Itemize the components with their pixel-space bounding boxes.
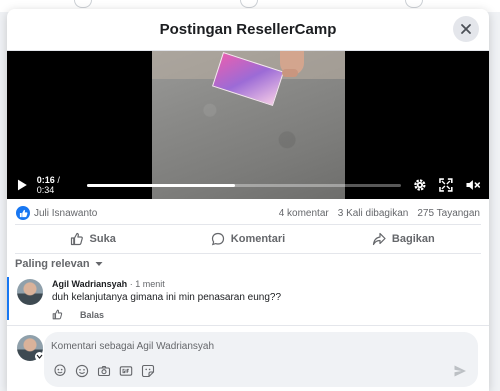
comment-author[interactable]: Agil Wadriansyah (52, 279, 127, 289)
sticker-icon[interactable] (141, 364, 155, 378)
post-actions: Suka Komentari Bagikan (15, 224, 481, 254)
commenter-avatar[interactable] (17, 279, 43, 305)
comment-button[interactable]: Komentari (170, 225, 325, 253)
avatar-sticker-icon[interactable] (53, 364, 67, 378)
nav-icon (74, 0, 92, 8)
video-frame-finger (282, 69, 298, 77)
comment-composer (7, 325, 489, 391)
video-player[interactable]: 0:16 / 0:34 (7, 51, 489, 199)
video-controls: 0:16 / 0:34 (7, 171, 489, 199)
reactor-name[interactable]: Juli Isnawanto (34, 208, 97, 219)
camera-icon[interactable] (97, 364, 111, 378)
caret-down-icon (95, 262, 103, 266)
comment-time[interactable]: 1 menit (135, 279, 165, 289)
reply-button[interactable]: Balas (80, 310, 104, 320)
share-count[interactable]: 3 Kali dibagikan (338, 208, 409, 219)
share-label: Bagikan (391, 233, 435, 245)
send-icon[interactable] (453, 364, 467, 378)
sort-label: Paling relevan (15, 258, 90, 270)
comment-input[interactable] (51, 337, 471, 355)
share-arrow-icon (372, 232, 386, 246)
comment-count[interactable]: 4 komentar (279, 208, 329, 219)
emoji-smiley-icon[interactable] (75, 364, 89, 378)
post-modal: Postingan ResellerCamp 0:16 / 0:34 Juli … (7, 9, 489, 391)
modal-header: Postingan ResellerCamp (7, 9, 489, 51)
like-label: Suka (89, 233, 116, 245)
modal-title: Postingan ResellerCamp (159, 21, 337, 38)
close-button[interactable] (453, 16, 479, 42)
comment-label: Komentari (230, 233, 286, 245)
comment-separator: · (129, 279, 133, 289)
gif-icon[interactable] (119, 364, 133, 378)
muted-speaker-icon[interactable] (465, 177, 481, 193)
nav-icon (240, 0, 258, 8)
comment-like-icon[interactable] (52, 309, 63, 320)
comment-bubble-icon (211, 232, 224, 246)
view-count: 275 Tayangan (417, 207, 480, 219)
duration: 0:34 (36, 185, 55, 195)
video-time: 0:16 / 0:34 (36, 175, 60, 195)
comment-actions: Balas (52, 309, 104, 320)
comment-sort-dropdown[interactable]: Paling relevan (15, 258, 103, 270)
current-time: 0:16 (36, 175, 55, 185)
like-button[interactable]: Suka (15, 225, 170, 253)
nav-icon (405, 0, 423, 8)
like-reaction-icon (16, 206, 30, 220)
composer-tools (53, 364, 155, 378)
comment-header: Agil Wadriansyah · 1 menit (52, 279, 165, 289)
settings-gear-icon[interactable] (412, 177, 428, 193)
thumbs-up-icon (70, 232, 83, 246)
comment-text: duh kelanjutanya gimana ini min penasara… (52, 292, 282, 303)
play-icon[interactable] (15, 178, 29, 192)
fullscreen-icon[interactable] (438, 177, 454, 193)
video-progress-fill (87, 183, 235, 187)
share-button[interactable]: Bagikan (326, 225, 481, 253)
comment-box (44, 332, 478, 387)
comment-highlight-bar (7, 277, 9, 320)
stats-counts: 4 komentar 3 Kali dibagikan 275 Tayangan (279, 208, 480, 219)
comment-item: Agil Wadriansyah · 1 menit duh kelanjuta… (7, 274, 489, 322)
profile-switch-chevron-icon[interactable] (35, 352, 44, 361)
post-stats: Juli Isnawanto 4 komentar 3 Kali dibagik… (7, 202, 489, 224)
close-icon (461, 24, 471, 34)
video-progress-bar[interactable] (87, 183, 401, 187)
